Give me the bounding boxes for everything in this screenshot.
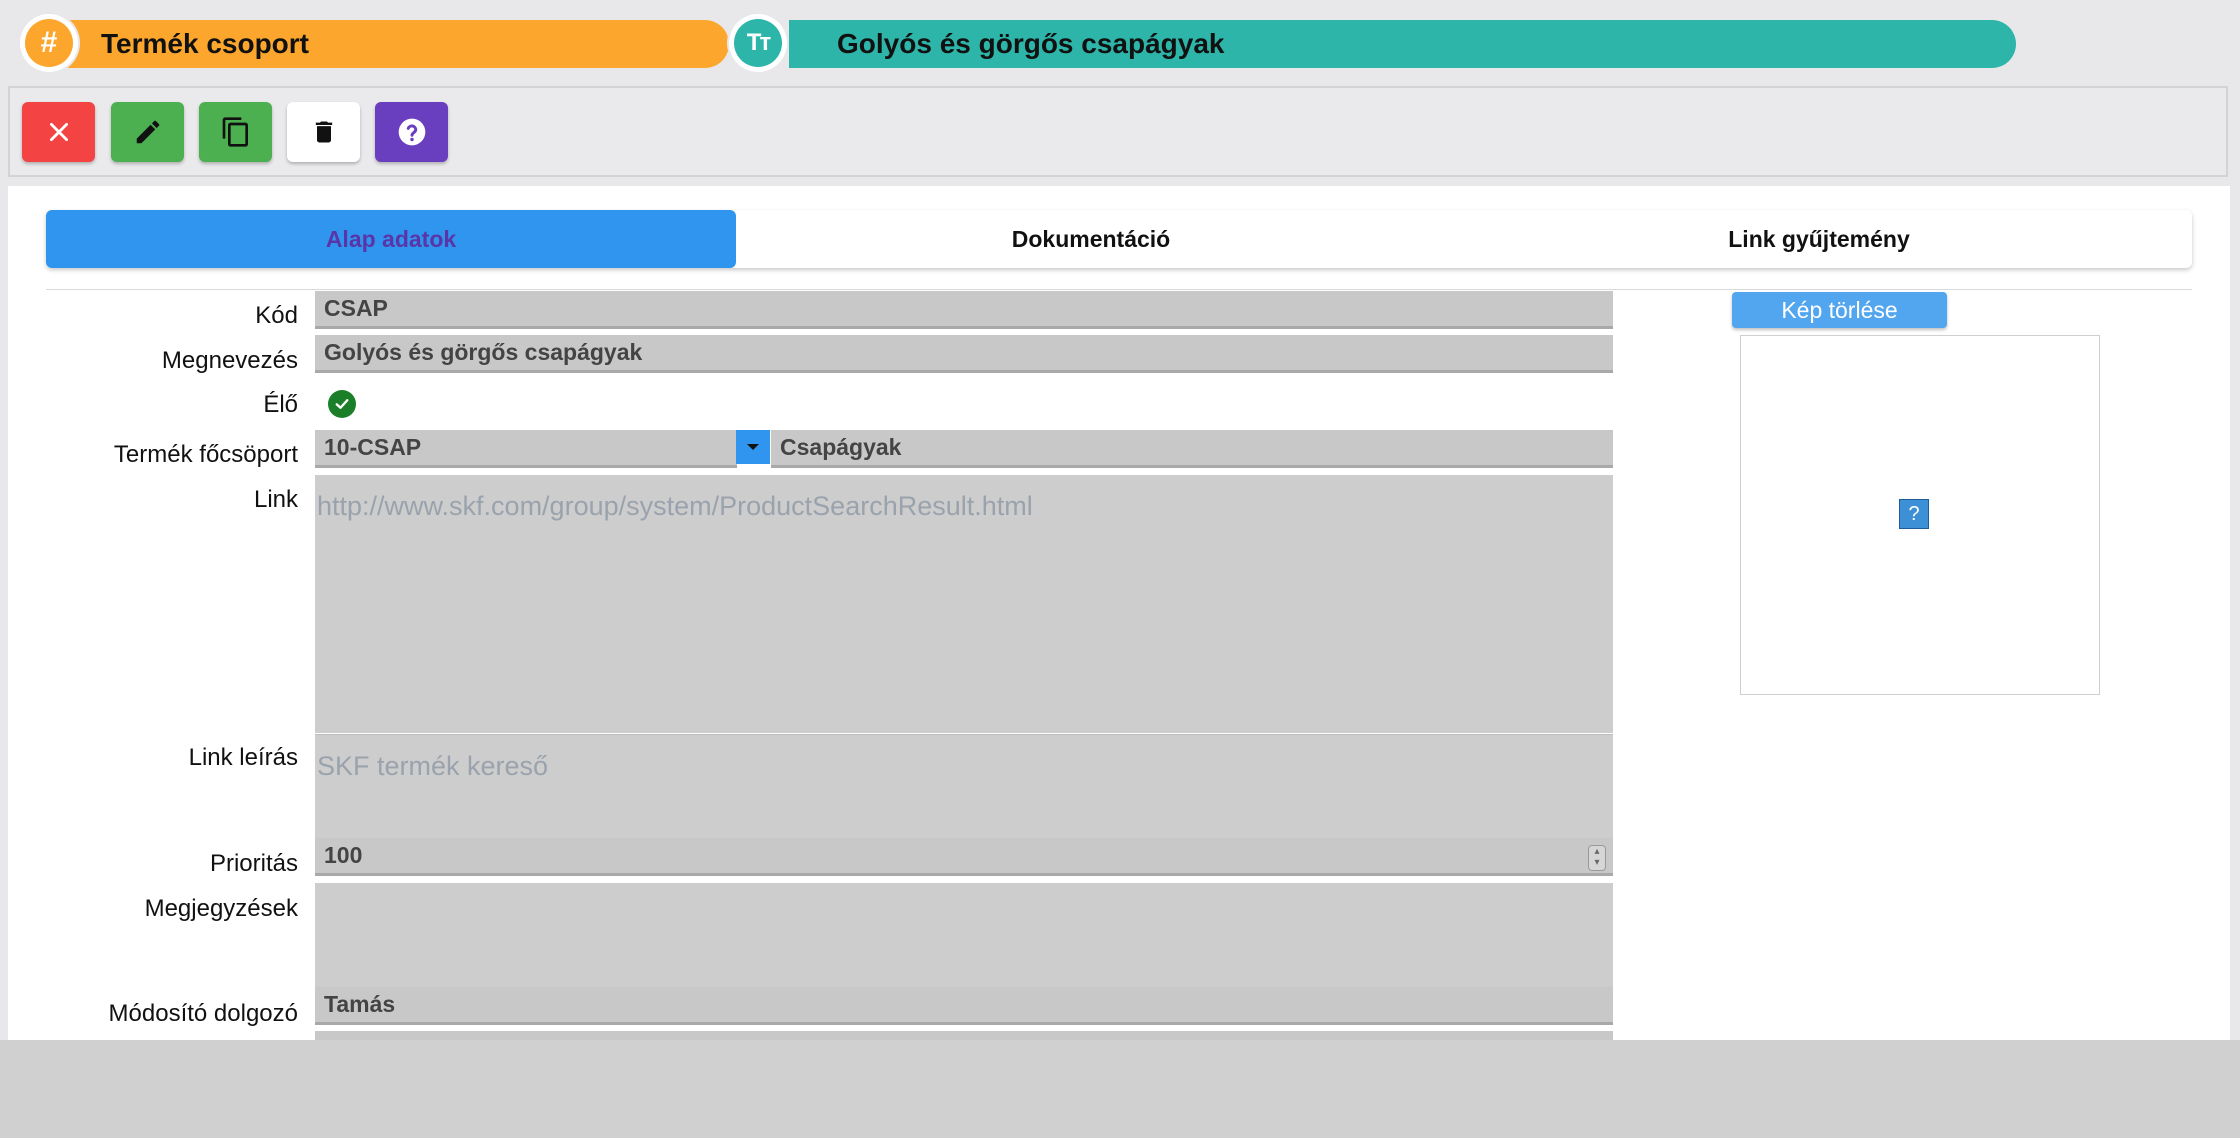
broken-image-icon: ? <box>1899 499 1929 529</box>
delete-button[interactable] <box>287 102 360 162</box>
image-preview-box[interactable]: ? <box>1740 335 2100 695</box>
edit-button[interactable] <box>111 102 184 162</box>
footer-area <box>0 1040 2240 1138</box>
delete-image-button[interactable]: Kép törlése <box>1732 292 1947 328</box>
pencil-icon <box>136 120 159 144</box>
next-field-partial <box>315 1031 1613 1040</box>
tab-bar: Alap adatok Dokumentáció Link gyűjtemény <box>46 210 2192 268</box>
megnevezes-label: Megnevezés <box>161 347 298 374</box>
copy-button[interactable] <box>199 102 272 162</box>
link-leiras-label: Link leírás <box>188 744 298 771</box>
megnevezes-field[interactable]: Golyós és görgős csapágyak <box>315 335 1613 373</box>
close-button[interactable] <box>22 102 95 162</box>
tab-link-gyujtemeny[interactable]: Link gyűjtemény <box>1446 210 2192 268</box>
tab-divider <box>46 289 2192 290</box>
focsoport-name-field: Csapágyak <box>771 430 1613 468</box>
record-name-pill: Golyós és görgős csapágyak <box>789 20 2016 68</box>
tab-alap-adatok[interactable]: Alap adatok <box>46 210 736 268</box>
number-spinner[interactable]: ▴ ▾ <box>1588 845 1606 871</box>
record-name: Golyós és görgős csapágyak <box>837 28 1225 59</box>
link-label: Link <box>253 486 298 513</box>
prioritas-field[interactable]: 100 <box>315 838 1613 876</box>
group-label: Termék csoport <box>101 28 309 59</box>
content-panel: Alap adatok Dokumentáció Link gyűjtemény… <box>8 186 2230 1040</box>
kod-field[interactable]: CSAP <box>315 291 1613 329</box>
kod-label: Kód <box>255 302 298 329</box>
check-circle-icon[interactable] <box>328 390 356 418</box>
focsoport-label: Termék főcsöport <box>113 441 298 468</box>
group-label-pill: Termék csoport <box>54 20 729 68</box>
copy-icon <box>222 117 248 147</box>
help-button[interactable] <box>375 102 448 162</box>
link-textarea[interactable]: http://www.skf.com/group/system/ProductS… <box>315 475 1613 733</box>
megjegyzesek-textarea[interactable] <box>315 883 1613 987</box>
prioritas-label: Prioritás <box>209 850 298 877</box>
megjegyzesek-label: Megjegyzések <box>144 895 298 922</box>
text-type-icon-glyph: Tт <box>734 19 782 67</box>
modosito-field: Tamás <box>315 987 1613 1025</box>
tab-dokumentacio[interactable]: Dokumentáció <box>736 210 1446 268</box>
dropdown-button[interactable] <box>736 430 770 464</box>
toolbar <box>8 86 2228 177</box>
hash-icon: # <box>20 14 78 72</box>
elo-label: Élő <box>263 391 298 418</box>
chevron-down-icon <box>747 444 759 450</box>
trash-icon <box>315 121 332 143</box>
text-type-icon: Tт <box>729 14 787 72</box>
close-icon <box>49 123 68 141</box>
help-icon <box>398 118 425 146</box>
focsoport-code-field[interactable]: 10-CSAP <box>315 430 737 468</box>
modosito-label: Módosító dolgozó <box>108 1000 298 1027</box>
link-leiras-textarea[interactable]: SKF termék kereső <box>315 734 1613 838</box>
hash-icon-glyph: # <box>25 19 73 67</box>
